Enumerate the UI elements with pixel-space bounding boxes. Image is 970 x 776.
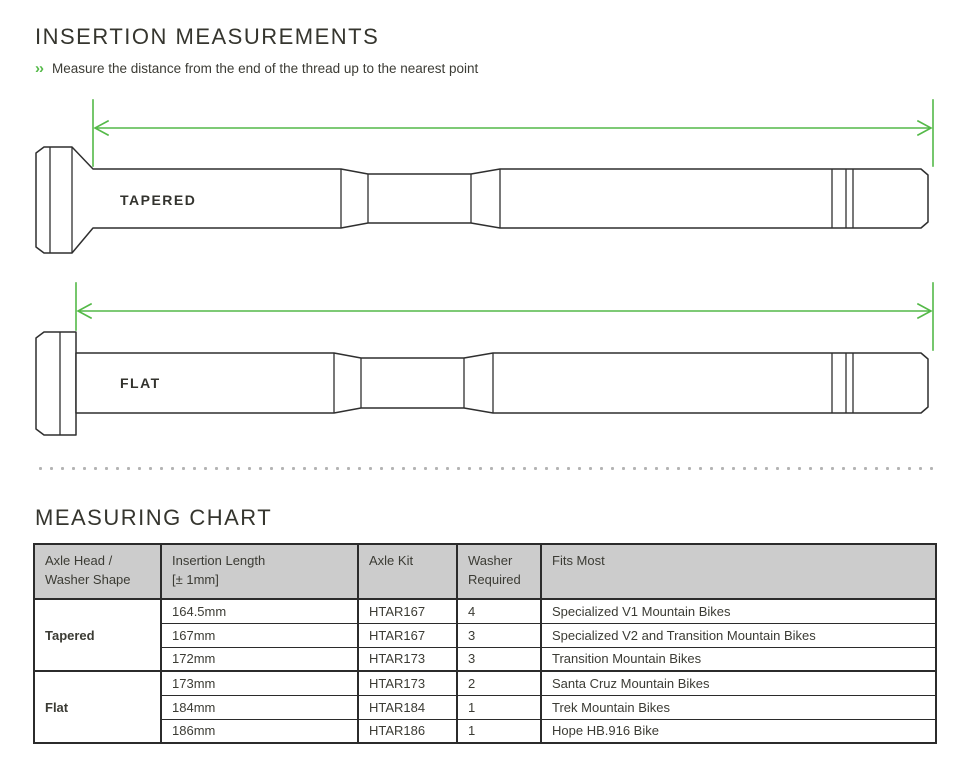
- tapered-label: TAPERED: [120, 192, 196, 208]
- cell-insertion-length: 186mm: [161, 719, 358, 743]
- shape-cell-tapered: Tapered: [34, 599, 161, 671]
- flat-label: FLAT: [120, 375, 161, 391]
- cell-insertion-length: 172mm: [161, 647, 358, 671]
- col-header-insertion-length: Insertion Length [± 1mm]: [161, 544, 358, 599]
- page: INSERTION MEASUREMENTS ›› Measure the di…: [0, 0, 970, 776]
- cell-fits-most: Santa Cruz Mountain Bikes: [541, 671, 936, 695]
- table-row: 172mm HTAR173 3 Transition Mountain Bike…: [34, 647, 936, 671]
- cell-washer-required: 3: [457, 647, 541, 671]
- cell-fits-most: Specialized V2 and Transition Mountain B…: [541, 623, 936, 647]
- flat-axle-shaft: [76, 353, 928, 413]
- flat-axle-head: [36, 332, 76, 435]
- cell-axle-kit: HTAR167: [358, 599, 457, 623]
- cell-axle-kit: HTAR167: [358, 623, 457, 647]
- cell-washer-required: 3: [457, 623, 541, 647]
- col-header-axle-kit: Axle Kit: [358, 544, 457, 599]
- flat-axle-drawing: FLAT: [36, 332, 928, 435]
- cell-insertion-length: 167mm: [161, 623, 358, 647]
- table-row: 167mm HTAR167 3 Specialized V2 and Trans…: [34, 623, 936, 647]
- tapered-dimension-arrow: [93, 100, 933, 166]
- axle-diagrams: TAPERED FLAT: [0, 0, 970, 470]
- dotted-divider: [35, 466, 936, 471]
- col-header-washer-required: Washer Required: [457, 544, 541, 599]
- table-row: Tapered 164.5mm HTAR167 4 Specialized V1…: [34, 599, 936, 623]
- cell-fits-most: Transition Mountain Bikes: [541, 647, 936, 671]
- cell-washer-required: 1: [457, 719, 541, 743]
- cell-axle-kit: HTAR184: [358, 695, 457, 719]
- cell-insertion-length: 164.5mm: [161, 599, 358, 623]
- table-row: Flat 173mm HTAR173 2 Santa Cruz Mountain…: [34, 671, 936, 695]
- cell-insertion-length: 184mm: [161, 695, 358, 719]
- cell-fits-most: Specialized V1 Mountain Bikes: [541, 599, 936, 623]
- table-row: 184mm HTAR184 1 Trek Mountain Bikes: [34, 695, 936, 719]
- cell-washer-required: 1: [457, 695, 541, 719]
- section-title-measuring-chart: MEASURING CHART: [35, 505, 272, 531]
- col-header-fits-most: Fits Most: [541, 544, 936, 599]
- measuring-chart-table: Axle Head / Washer Shape Insertion Lengt…: [33, 543, 937, 744]
- tapered-axle-drawing: TAPERED: [36, 147, 928, 253]
- cell-fits-most: Trek Mountain Bikes: [541, 695, 936, 719]
- cell-axle-kit: HTAR173: [358, 671, 457, 695]
- cell-fits-most: Hope HB.916 Bike: [541, 719, 936, 743]
- cell-insertion-length: 173mm: [161, 671, 358, 695]
- cell-washer-required: 4: [457, 599, 541, 623]
- shape-cell-flat: Flat: [34, 671, 161, 743]
- col-header-shape: Axle Head / Washer Shape: [34, 544, 161, 599]
- cell-washer-required: 2: [457, 671, 541, 695]
- cell-axle-kit: HTAR173: [358, 647, 457, 671]
- table-row: 186mm HTAR186 1 Hope HB.916 Bike: [34, 719, 936, 743]
- cell-axle-kit: HTAR186: [358, 719, 457, 743]
- flat-dimension-arrow: [76, 283, 933, 350]
- table-header-row: Axle Head / Washer Shape Insertion Lengt…: [34, 544, 936, 599]
